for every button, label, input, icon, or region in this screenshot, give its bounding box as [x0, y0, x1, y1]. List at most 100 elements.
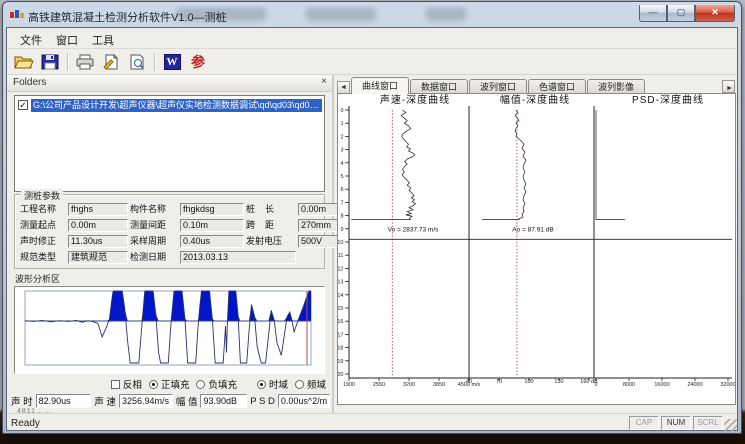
print-preview-icon[interactable]	[125, 51, 149, 72]
param-value-field[interactable]: 建筑规范	[68, 251, 128, 264]
svg-text:130: 130	[554, 379, 563, 385]
svg-text:1900: 1900	[343, 382, 355, 388]
toolbar-separator	[154, 53, 155, 71]
radio-label: 时域	[269, 377, 288, 391]
svg-text:70: 70	[496, 379, 502, 385]
radio-label: 频域	[307, 377, 326, 391]
readout-value-field[interactable]: 3256.94m/s	[119, 394, 173, 408]
svg-text:11: 11	[338, 253, 344, 259]
readout-label: 幅 值	[176, 394, 198, 408]
app-window: 高铁建筑混凝土检测分析软件V1.0—测桩 — ▢ ✕ 文件窗口工具	[2, 1, 742, 434]
pile-params-group: 测桩参数 工程名称fhghs构件名称fhgkdsg桩 长0.00m测量起点0.0…	[14, 194, 325, 269]
word-export-icon[interactable]: W	[160, 51, 184, 72]
print-icon[interactable]	[73, 51, 97, 72]
svg-text:7: 7	[340, 200, 343, 206]
svg-text:3200: 3200	[403, 382, 415, 388]
svg-text:PSD-深度曲线: PSD-深度曲线	[632, 94, 704, 106]
status-indicator-NUM: NUM	[661, 416, 691, 430]
param-value-field[interactable]: 0.10m	[180, 219, 244, 232]
file-list[interactable]: ✓G:\公司产品设计开发\超声仪器\超声仪实地检测数据调试\qd\qd03\qd…	[14, 95, 325, 192]
tab-bar: ◄ 曲线窗口数据窗口波列窗口色谱窗口波列影像►	[337, 77, 736, 94]
param-value-field[interactable]: 0.00m	[68, 219, 128, 232]
readout-value-field[interactable]: 0.00us^2/m	[278, 394, 330, 408]
tab-曲线窗口[interactable]: 曲线窗口	[351, 77, 409, 94]
svg-text:19: 19	[338, 359, 344, 365]
param-label: 检测日期	[130, 251, 178, 264]
tab-波列窗口[interactable]: 波列窗口	[469, 79, 527, 94]
svg-text:Ao = 87.91 dB: Ao = 87.91 dB	[512, 226, 553, 233]
radio-icon	[295, 380, 304, 389]
folders-close-icon[interactable]: ×	[321, 76, 327, 87]
maximize-button[interactable]: ▢	[667, 5, 695, 22]
svg-text:12: 12	[338, 266, 344, 272]
readout-value-field[interactable]: 82.90us	[36, 394, 92, 408]
titlebar-blur-blob	[306, 7, 376, 21]
svg-text:幅值-深度曲线: 幅值-深度曲线	[500, 94, 570, 106]
resize-grip-icon[interactable]	[724, 419, 737, 432]
radio-option-频域[interactable]: 频域	[295, 377, 326, 391]
param-value-field[interactable]: 0.40us	[180, 235, 244, 248]
checkbox-icon	[111, 380, 120, 389]
depth-curves-chart[interactable]: 01234567891011121314151617181920声速-深度曲线1…	[337, 93, 736, 405]
svg-text:声速-深度曲线: 声速-深度曲线	[380, 94, 450, 106]
toolbar: W 参	[7, 49, 737, 75]
svg-text:Vo = 2837.73 m/s: Vo = 2837.73 m/s	[388, 226, 440, 233]
param-label: 采样周期	[130, 235, 178, 248]
folders-panel: Folders × ✓G:\公司产品设计开发\超声仪器\超声仪实地检测数据调试\…	[7, 75, 334, 413]
tab-数据窗口[interactable]: 数据窗口	[410, 79, 468, 94]
radio-label: 负填充	[208, 377, 237, 391]
tab-色谱窗口[interactable]: 色谱窗口	[528, 79, 586, 94]
save-icon[interactable]	[38, 51, 62, 72]
svg-text:3: 3	[340, 148, 343, 154]
menu-item-2[interactable]: 工具	[85, 31, 121, 49]
param-label: 声时修正	[20, 235, 66, 248]
export-icon[interactable]	[99, 51, 123, 72]
svg-text:13: 13	[338, 280, 344, 286]
param-value-field[interactable]: 2013.03.13	[180, 251, 296, 264]
title-bar[interactable]: 高铁建筑混凝土检测分析软件V1.0—测桩 — ▢ ✕	[6, 5, 738, 27]
item-checkbox[interactable]: ✓	[18, 100, 28, 110]
param-label: 测量间距	[130, 219, 178, 232]
params-icon[interactable]: 参	[186, 51, 210, 72]
file-list-item[interactable]: ✓G:\公司产品设计开发\超声仪器\超声仪实地检测数据调试\qd\qd03\qd…	[17, 98, 322, 112]
svg-text:0: 0	[340, 108, 343, 114]
invert-checkbox[interactable]: 反相	[111, 377, 142, 391]
status-indicators: CAPNUMSCRL	[629, 416, 723, 430]
readout-row: 声 时82.90us声 速3256.94m/s幅 值93.90dBP S D0.…	[11, 394, 330, 408]
tab-波列影像[interactable]: 波列影像	[587, 79, 645, 94]
menu-item-0[interactable]: 文件	[13, 31, 49, 49]
readout-label: 声 时	[11, 394, 33, 408]
titlebar-blur-blob	[426, 7, 466, 21]
svg-text:6: 6	[340, 187, 343, 193]
waveform-plot[interactable]	[14, 286, 325, 374]
close-button[interactable]: ✕	[695, 5, 735, 22]
readout-label: P S D	[250, 396, 275, 407]
readout-value-field[interactable]: 93.90dB	[200, 394, 247, 408]
radio-option-正填充[interactable]: 正填充	[149, 377, 190, 391]
menu-item-1[interactable]: 窗口	[49, 31, 85, 49]
app-icon	[10, 9, 24, 21]
status-bar: Ready CAPNUMSCRL	[7, 413, 737, 432]
radio-option-负填充[interactable]: 负填充	[196, 377, 237, 391]
menu-bar: 文件窗口工具	[7, 28, 737, 49]
svg-text:24000: 24000	[687, 382, 702, 388]
param-value-field[interactable]: fhgkdsg	[180, 203, 244, 216]
folders-panel-caption[interactable]: Folders ×	[7, 75, 332, 92]
svg-text:14: 14	[338, 293, 344, 299]
tab-scroll-right-icon[interactable]: ►	[722, 80, 735, 93]
radio-icon	[149, 380, 158, 389]
param-value-field[interactable]: 11.30us	[68, 235, 128, 248]
curves-panel: ◄ 曲线窗口数据窗口波列窗口色谱窗口波列影像► 0123456789101112…	[334, 75, 739, 413]
svg-text:40: 40	[466, 379, 472, 385]
svg-text:32000: 32000	[720, 382, 735, 388]
minimize-button[interactable]: —	[639, 5, 667, 22]
radio-option-时域[interactable]: 时域	[257, 377, 288, 391]
param-value-field[interactable]: fhghs	[68, 203, 128, 216]
svg-text:100: 100	[524, 379, 533, 385]
open-folder-icon[interactable]	[12, 51, 36, 72]
svg-text:18: 18	[338, 346, 344, 352]
param-label: 规范类型	[20, 251, 66, 264]
svg-text:0: 0	[594, 382, 597, 388]
status-indicator-SCRL: SCRL	[693, 416, 723, 430]
status-indicator-CAP: CAP	[629, 416, 659, 430]
